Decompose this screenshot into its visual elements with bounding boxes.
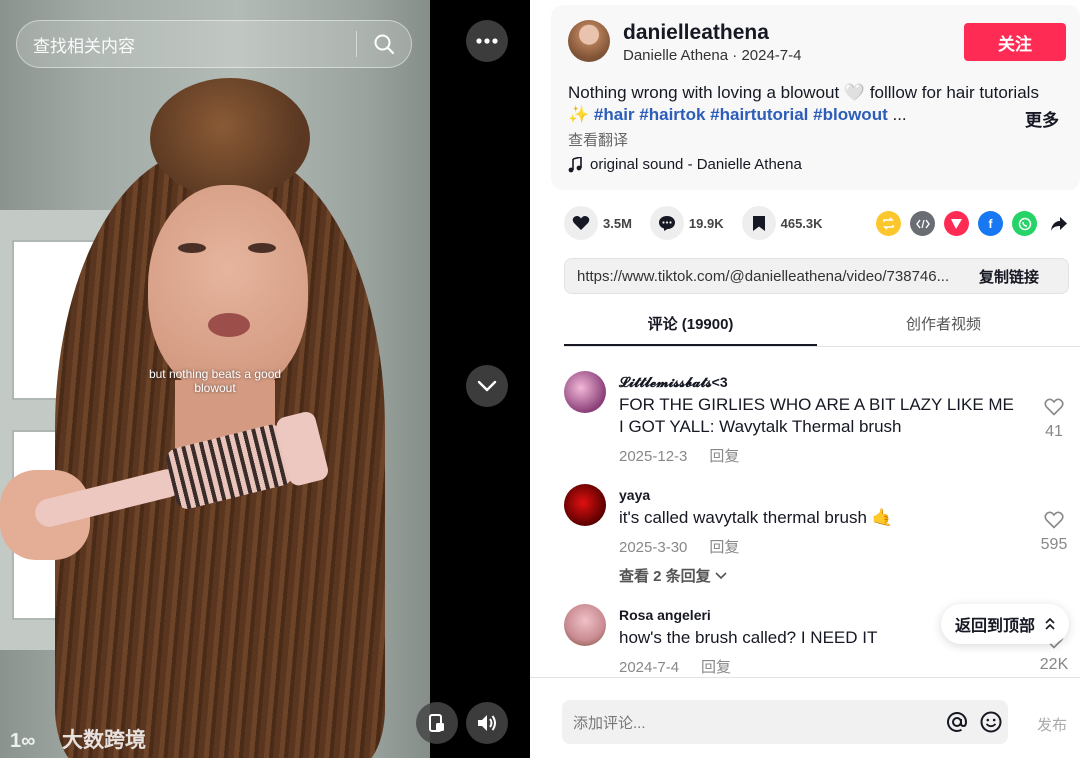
comment-meta: 2024-7-4 回复 bbox=[619, 656, 731, 676]
video-player[interactable]: but nothing beats a good blowout 查找相关内容 … bbox=[0, 0, 530, 758]
save-count: 465.3K bbox=[780, 215, 823, 231]
commenter-avatar[interactable] bbox=[564, 484, 606, 526]
separator: · bbox=[728, 47, 742, 64]
comment-count: 19.9K bbox=[688, 215, 724, 231]
reply-button[interactable]: 回复 bbox=[709, 539, 739, 556]
tab-creator-videos[interactable]: 创作者视频 bbox=[817, 305, 1070, 346]
search-icon[interactable] bbox=[357, 20, 411, 68]
author-display-name: Danielle Athena bbox=[623, 47, 729, 64]
embed-code-icon[interactable] bbox=[910, 211, 935, 236]
share-options: f bbox=[876, 211, 1071, 236]
hashtag[interactable]: #hair bbox=[594, 105, 635, 124]
reply-button[interactable]: 回复 bbox=[701, 659, 731, 676]
comment-bubble-icon[interactable] bbox=[649, 206, 684, 240]
comment-date: 2024-7-4 bbox=[619, 659, 680, 676]
view-replies-label[interactable]: 查看 2 条回复 bbox=[619, 565, 711, 586]
music-title: original sound - Danielle Athena bbox=[590, 156, 802, 173]
commenter-name[interactable]: 𝓛𝓲𝓽𝓽𝓵𝓮𝓶𝓲𝓼𝓼𝓫𝓪𝓽𝓼<3 bbox=[619, 374, 728, 391]
translate-link[interactable]: 查看翻译 bbox=[568, 129, 628, 150]
post-button[interactable]: 发布 bbox=[1037, 714, 1067, 735]
hair-bun bbox=[150, 78, 310, 198]
bookmark-icon[interactable] bbox=[741, 206, 776, 240]
send-to-friends-icon[interactable] bbox=[944, 211, 969, 236]
emoji-icon[interactable] bbox=[974, 700, 1008, 744]
search-input[interactable]: 查找相关内容 bbox=[16, 20, 412, 68]
comment-date: 2025-3-30 bbox=[619, 539, 688, 556]
comment-input[interactable]: 添加评论... bbox=[562, 700, 1008, 744]
comment-like-count: 41 bbox=[1045, 423, 1063, 440]
tab-comments[interactable]: 评论 (19900) bbox=[564, 305, 817, 346]
heart-icon[interactable] bbox=[564, 206, 598, 240]
watermark: 1∞ 大数跨境 bbox=[10, 724, 146, 754]
commenter-avatar[interactable] bbox=[564, 371, 606, 413]
search-placeholder[interactable]: 查找相关内容 bbox=[17, 32, 356, 57]
author-username[interactable]: danielleathena bbox=[623, 21, 769, 45]
comment-date: 2025-12-3 bbox=[619, 448, 688, 465]
double-chevron-up-icon bbox=[1045, 618, 1055, 630]
comment-like-count: 22K bbox=[1039, 656, 1069, 673]
more-button[interactable]: 更多 bbox=[1025, 106, 1059, 131]
heart-outline-icon[interactable] bbox=[1044, 398, 1064, 416]
tab-bar: 评论 (19900) 创作者视频 bbox=[564, 305, 1080, 347]
hashtag[interactable]: #blowout bbox=[813, 105, 888, 124]
facebook-icon[interactable]: f bbox=[978, 211, 1003, 236]
copy-link-button[interactable]: 复制链接 bbox=[950, 266, 1068, 287]
comment-meta: 2025-12-3 回复 bbox=[619, 445, 739, 466]
comment-text: FOR THE GIRLIES WHO ARE A BIT LAZY LIKE … bbox=[619, 395, 1014, 436]
music-note-icon bbox=[568, 156, 582, 172]
hashtag[interactable]: #hairtok bbox=[639, 105, 705, 124]
commenter-name[interactable]: yaya bbox=[619, 487, 650, 503]
author-subline: Danielle Athena · 2024-7-4 bbox=[623, 47, 801, 64]
more-options-icon[interactable] bbox=[466, 20, 508, 62]
mention-at-icon[interactable] bbox=[940, 700, 974, 744]
like-action[interactable]: 3.5M bbox=[564, 206, 632, 240]
comment-placeholder[interactable]: 添加评论... bbox=[562, 712, 940, 733]
detail-panel: danielleathena Danielle Athena · 2024-7-… bbox=[530, 0, 1080, 758]
comment-composer: 添加评论... 发布 bbox=[530, 677, 1080, 758]
comment-like[interactable]: 595 bbox=[1036, 511, 1072, 554]
back-to-top-label[interactable]: 返回到顶部 bbox=[955, 612, 1035, 636]
watermark-logo-icon: 1∞ bbox=[10, 730, 35, 751]
action-bar: 3.5M 19.9K 465.3K bbox=[564, 206, 841, 240]
comment-meta: 2025-3-30 回复 bbox=[619, 536, 739, 557]
volume-icon[interactable] bbox=[466, 702, 508, 744]
share-arrow-icon[interactable] bbox=[1046, 211, 1071, 236]
description-ellipsis: ... bbox=[892, 105, 907, 124]
share-link-box[interactable]: https://www.tiktok.com/@danielleathena/v… bbox=[564, 258, 1069, 294]
picture-in-picture-icon[interactable] bbox=[416, 702, 458, 744]
repost-icon[interactable] bbox=[876, 211, 901, 236]
author-avatar[interactable] bbox=[568, 20, 610, 62]
save-action[interactable]: 465.3K bbox=[741, 206, 823, 240]
chevron-down-icon bbox=[715, 571, 727, 579]
video-description: Nothing wrong with loving a blowout 🤍 fo… bbox=[568, 82, 1063, 126]
view-replies-button[interactable]: 查看 2 条回复 bbox=[619, 565, 727, 586]
video-caption: but nothing beats a good blowout bbox=[148, 367, 282, 395]
hashtag[interactable]: #hairtutorial bbox=[710, 105, 808, 124]
follow-button[interactable]: 关注 bbox=[964, 23, 1066, 61]
like-count: 3.5M bbox=[603, 215, 632, 231]
next-video-chevron-down-icon[interactable] bbox=[466, 365, 508, 407]
heart-outline-icon[interactable] bbox=[1044, 511, 1064, 529]
comment-like[interactable]: 41 bbox=[1036, 398, 1072, 441]
svg-text:1∞: 1∞ bbox=[10, 730, 35, 751]
video-url[interactable]: https://www.tiktok.com/@danielleathena/v… bbox=[565, 268, 950, 285]
face bbox=[148, 185, 308, 395]
comment-text: it's called wavytalk thermal brush 🤙 bbox=[619, 508, 893, 527]
music-link[interactable]: original sound - Danielle Athena bbox=[568, 156, 802, 173]
comment-action[interactable]: 19.9K bbox=[649, 206, 724, 240]
video-frame[interactable]: but nothing beats a good blowout bbox=[0, 0, 430, 758]
commenter-avatar[interactable] bbox=[564, 604, 606, 646]
video-info-card: danielleathena Danielle Athena · 2024-7-… bbox=[551, 5, 1080, 190]
watermark-text: 大数跨境 bbox=[62, 729, 146, 752]
reply-button[interactable]: 回复 bbox=[709, 448, 739, 465]
back-to-top-button[interactable]: 返回到顶部 bbox=[941, 604, 1069, 644]
whatsapp-icon[interactable] bbox=[1012, 211, 1037, 236]
comment-like-count: 595 bbox=[1040, 536, 1068, 553]
post-date: 2024-7-4 bbox=[741, 47, 802, 64]
commenter-name[interactable]: Rosa angeleri bbox=[619, 607, 711, 623]
